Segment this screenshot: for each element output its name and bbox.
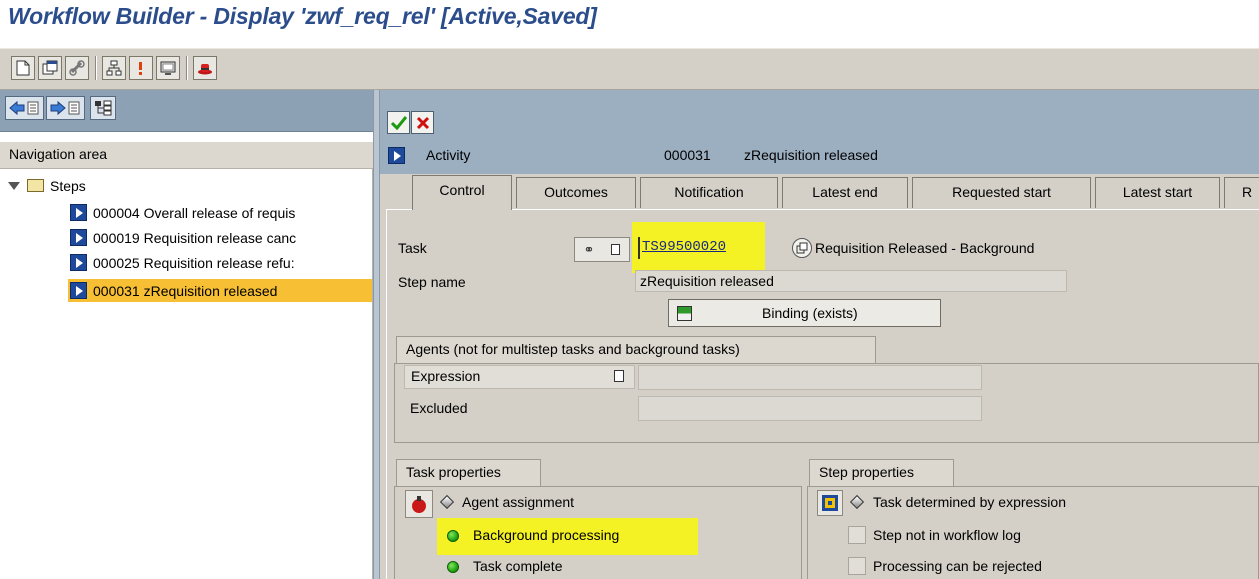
not-in-log-label: Step not in workflow log [873,527,1021,543]
expression-icon[interactable] [817,490,843,516]
agents-group-title: Agents (not for multistep tasks and back… [396,336,876,363]
tab-latest-end[interactable]: Latest end [782,177,908,208]
tree-item-label: 000019 Requisition release canc [93,229,297,246]
cancel-button[interactable] [411,111,434,134]
tab-control[interactable]: Control [412,175,512,210]
step-title: zRequisition released [744,147,878,163]
details-icon[interactable] [614,370,624,382]
tree-item-label: 000004 Overall release of requis [93,204,296,221]
step-type-label: Activity [426,147,471,163]
link-icon[interactable] [65,56,89,80]
open-task-icon[interactable] [792,238,812,258]
folder-icon [27,179,44,192]
can-be-rejected-label: Processing can be rejected [873,558,1042,574]
task-id-field[interactable]: TS99500020 [638,237,788,259]
not-in-log-checkbox[interactable] [848,526,866,544]
task-lookup-buttons[interactable]: ⚭ [574,237,630,262]
binding-icon [677,305,692,321]
panel-splitter[interactable] [373,90,380,579]
step-activity-icon [70,254,87,271]
can-be-rejected-checkbox[interactable] [848,557,866,575]
task-complete-label: Task complete [473,558,563,574]
glasses-icon[interactable]: ⚭ [584,242,595,258]
step-activity-icon [70,204,87,221]
navigation-area-header: Navigation area [0,142,373,169]
task-properties-title: Task properties [396,459,541,486]
main-toolbar [0,48,1259,90]
bomb-icon[interactable] [405,490,433,518]
hat-icon[interactable] [193,56,217,80]
tree-item-label: 000031 zRequisition released [93,282,278,299]
expression-field[interactable] [638,365,982,390]
tab-outcomes[interactable]: Outcomes [516,177,636,208]
info-icon[interactable] [129,56,153,80]
step-name-label: Step name [398,274,466,290]
tree-node-label: Steps [50,177,86,194]
back-button[interactable] [5,96,44,120]
navigation-toolbar [0,90,378,132]
screen-icon[interactable] [156,56,180,80]
confirm-button[interactable] [387,111,410,134]
window-title: Workflow Builder - Display 'zwf_req_rel'… [8,3,597,29]
binding-label: Binding (exists) [762,305,858,321]
task-label: Task [398,240,427,256]
status-green-icon [447,530,459,542]
tab-latest-start[interactable]: Latest start [1095,177,1220,208]
tree-item-label: 000025 Requisition release refu: [93,254,295,271]
expression-label: Expression [404,365,635,389]
step-activity-icon [70,282,87,299]
forward-button[interactable] [46,96,85,120]
tree-item-step[interactable]: 000025 Requisition release refu: [70,251,373,274]
details-icon[interactable] [611,244,621,255]
tab-requested-start[interactable]: Requested start [912,177,1091,208]
tree-item-step[interactable]: 000019 Requisition release canc [70,226,373,249]
activity-icon [388,147,405,164]
task-determined-label: Task determined by expression [873,494,1066,510]
tree-node-steps[interactable]: Steps [8,174,86,197]
new-document-icon[interactable] [11,56,35,80]
status-green-icon [447,561,459,573]
step-detail-header: Activity 000031 zRequisition released [380,90,1259,174]
step-number: 000031 [664,147,711,163]
tree-item-step[interactable]: 000004 Overall release of requis [70,201,373,224]
navigation-tree: Steps 000004 Overall release of requis 0… [0,169,373,579]
task-description: Requisition Released - Background [815,240,1035,256]
agent-assignment-label: Agent assignment [462,494,575,510]
step-name-field[interactable]: zRequisition released [635,270,1067,292]
structure-icon[interactable] [102,56,126,80]
tree-item-step-selected[interactable]: 000031 zRequisition released [68,279,372,302]
copy-window-icon[interactable] [38,56,62,80]
hierarchy-icon[interactable] [90,96,116,120]
excluded-field[interactable] [638,396,982,421]
excluded-label: Excluded [410,400,468,416]
expand-triangle-icon[interactable] [8,181,20,190]
step-properties-title: Step properties [809,459,954,486]
background-processing-label: Background processing [473,527,620,543]
tab-more[interactable]: R [1224,177,1259,208]
binding-button[interactable]: Binding (exists) [668,299,941,327]
tab-notification[interactable]: Notification [640,177,778,208]
step-activity-icon [70,229,87,246]
